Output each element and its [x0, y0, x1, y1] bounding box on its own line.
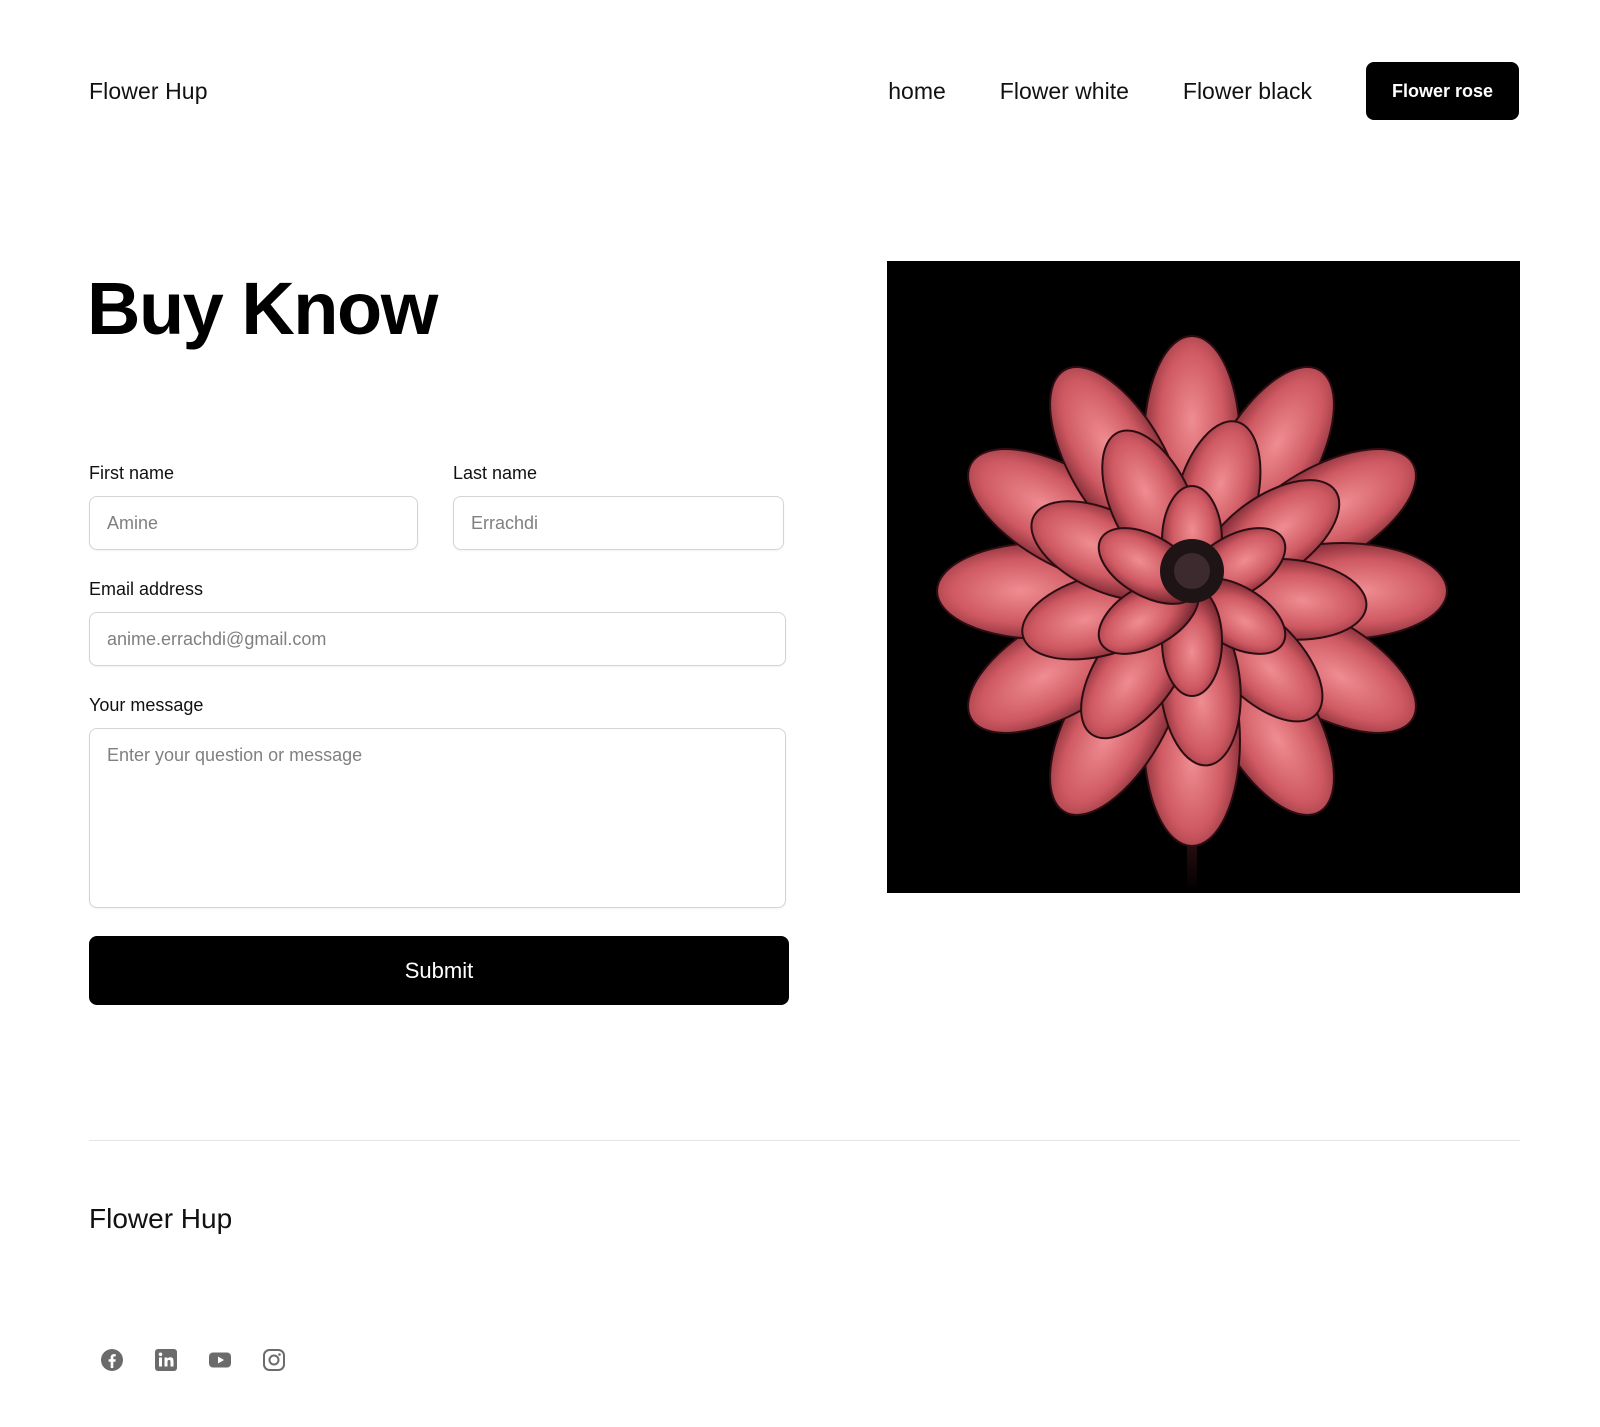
email-label: Email address [89, 579, 204, 599]
first-name-label: First name [89, 463, 175, 483]
footer-divider [89, 1140, 1520, 1141]
footer-brand[interactable]: Flower Hup [89, 1203, 232, 1235]
instagram-icon[interactable] [261, 1347, 287, 1373]
social-links [99, 1347, 315, 1373]
message-label: Your message [89, 695, 204, 715]
linkedin-icon[interactable] [153, 1347, 179, 1373]
first-name-input[interactable] [89, 496, 418, 550]
message-textarea[interactable] [89, 728, 786, 908]
main-nav: home Flower white Flower black Flower ro… [888, 62, 1519, 120]
flower-image [887, 261, 1520, 893]
site-header: Flower Hup home Flower white Flower blac… [89, 62, 1519, 120]
nav-home-link[interactable]: home [888, 78, 946, 105]
last-name-label: Last name [453, 463, 538, 483]
flower-rose-button[interactable]: Flower rose [1366, 62, 1519, 120]
submit-button[interactable]: Submit [89, 936, 789, 1005]
email-input[interactable] [89, 612, 786, 666]
nav-flower-white-link[interactable]: Flower white [1000, 78, 1129, 105]
nav-flower-black-link[interactable]: Flower black [1183, 78, 1312, 105]
youtube-icon[interactable] [207, 1347, 233, 1373]
page-title: Buy Know [87, 267, 438, 350]
flower-illustration [887, 261, 1520, 893]
last-name-input[interactable] [453, 496, 784, 550]
brand-logo[interactable]: Flower Hup [89, 78, 208, 105]
facebook-icon[interactable] [99, 1347, 125, 1373]
